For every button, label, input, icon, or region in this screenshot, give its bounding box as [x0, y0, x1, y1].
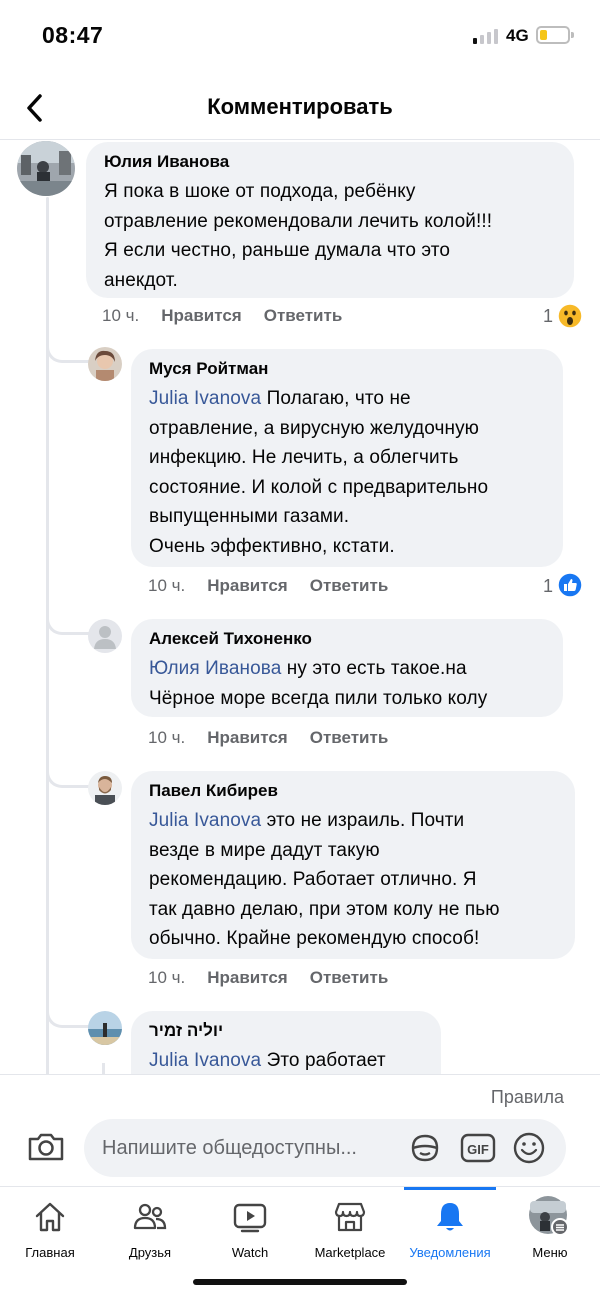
like-icon[interactable] [557, 572, 583, 598]
comment-actions: 10 ч. Нравится Ответить [102, 306, 364, 326]
comment-text: Юлия Иванова ну это есть такое.на Чёрное… [149, 654, 547, 713]
like-button[interactable]: Нравится [161, 306, 242, 325]
like-button[interactable]: Нравится [207, 576, 288, 595]
reply-connector [46, 1010, 90, 1028]
comment-time: 10 ч. [102, 306, 140, 325]
comment-text: Я пока в шоке от подхода, ребёнку отравл… [104, 181, 493, 291]
comment-text: Julia Ivanova это не израиль. Почти везд… [149, 806, 559, 954]
tab-friends[interactable]: Друзья [100, 1187, 200, 1267]
comment-body: Это работает [261, 1050, 386, 1071]
reply-button[interactable]: Ответить [310, 576, 389, 595]
marketplace-icon [334, 1202, 366, 1232]
comment-author[interactable]: Юлия Иванова [104, 151, 558, 173]
tab-menu[interactable]: Меню [500, 1187, 600, 1267]
reply-button[interactable]: Ответить [310, 968, 389, 987]
tab-notifications[interactable]: Уведомления [400, 1187, 500, 1267]
tab-marketplace[interactable]: Marketplace [300, 1187, 400, 1267]
gif-icon[interactable]: GIF [460, 1133, 496, 1163]
rules-link[interactable]: Правила [491, 1087, 564, 1108]
camera-icon[interactable] [26, 1130, 66, 1162]
comments-list: Юлия Иванова Я пока в шоке от подхода, р… [0, 141, 600, 1074]
reaction-count[interactable]: 1 [543, 576, 553, 597]
reply-connector [46, 617, 90, 635]
reply-button[interactable]: Ответить [264, 306, 343, 325]
avatar[interactable] [88, 347, 122, 381]
emoji-icon[interactable] [512, 1131, 546, 1165]
wow-icon[interactable] [557, 303, 583, 329]
reply-connector [102, 1063, 105, 1074]
reply-connector [46, 770, 90, 788]
friends-icon [133, 1203, 167, 1230]
reply-connector [46, 345, 90, 363]
tab-home[interactable]: Главная [0, 1187, 100, 1267]
home-indicator[interactable] [193, 1279, 407, 1285]
comment-author[interactable]: Муся Ройтман [149, 358, 547, 380]
comment-bubble[interactable]: Алексей Тихоненко Юлия Иванова ну это ес… [131, 619, 563, 717]
comment-actions: 10 ч. Нравится Ответить [148, 576, 410, 596]
watch-icon [233, 1203, 267, 1233]
comment-actions: 10 ч. Нравится Ответить [148, 728, 410, 748]
thread-line [46, 197, 49, 1074]
status-time: 08:47 [42, 22, 104, 48]
avatar[interactable] [17, 141, 75, 196]
comment-bubble[interactable]: Муся Ройтман Julia Ivanova Полагаю, что … [131, 349, 563, 567]
battery-icon [536, 26, 574, 44]
tab-label: Меню [532, 1245, 568, 1260]
mention-link[interactable]: Julia Ivanova [149, 1050, 261, 1071]
comment-time: 10 ч. [148, 728, 186, 747]
comment-author[interactable]: Алексей Тихоненко [149, 628, 547, 650]
comment-author[interactable]: Павел Кибирев [149, 780, 559, 802]
comment-bubble[interactable]: Юлия Иванова Я пока в шоке от подхода, р… [86, 142, 574, 298]
home-icon [35, 1202, 65, 1232]
page-title: Комментировать [207, 94, 393, 119]
mention-link[interactable]: Julia Ivanova [149, 388, 261, 409]
avatar[interactable] [88, 1011, 122, 1045]
reaction-count[interactable]: 1 [543, 306, 553, 327]
avatar[interactable] [88, 771, 122, 805]
reply-button[interactable]: Ответить [310, 728, 389, 747]
like-button[interactable]: Нравится [207, 728, 288, 747]
comment-bubble[interactable]: יוליה זמיר Julia Ivanova Это работает [131, 1011, 441, 1074]
sticker-icon[interactable] [408, 1131, 442, 1165]
like-button[interactable]: Нравится [207, 968, 288, 987]
header: Комментировать [0, 76, 600, 140]
avatar[interactable] [88, 619, 122, 653]
menu-avatar-icon [529, 1196, 569, 1236]
comment-text: Julia Ivanova Полагаю, что не отравление… [149, 384, 547, 561]
comment-actions: 10 ч. Нравится Ответить [148, 968, 410, 988]
comment-time: 10 ч. [148, 968, 186, 987]
mention-link[interactable]: Юлия Иванова [149, 658, 281, 679]
network-label: 4G [506, 26, 529, 45]
comment-composer: Правила GIF [0, 1074, 600, 1186]
signal-icon [473, 28, 501, 44]
bell-icon [437, 1203, 463, 1231]
svg-text:GIF: GIF [467, 1142, 489, 1157]
mention-link[interactable]: Julia Ivanova [149, 810, 261, 831]
comment-bubble[interactable]: Павел Кибирев Julia Ivanova это не израи… [131, 771, 575, 959]
comment-author[interactable]: יוליה זמיר [149, 1020, 425, 1042]
comment-time: 10 ч. [148, 576, 186, 595]
tab-watch[interactable]: Watch [200, 1187, 300, 1267]
comment-body: Полагаю, что не отравление, а вирусную ж… [149, 388, 489, 557]
comment-text: Julia Ivanova Это работает [149, 1046, 425, 1074]
status-bar: 08:47 4G [0, 0, 600, 72]
